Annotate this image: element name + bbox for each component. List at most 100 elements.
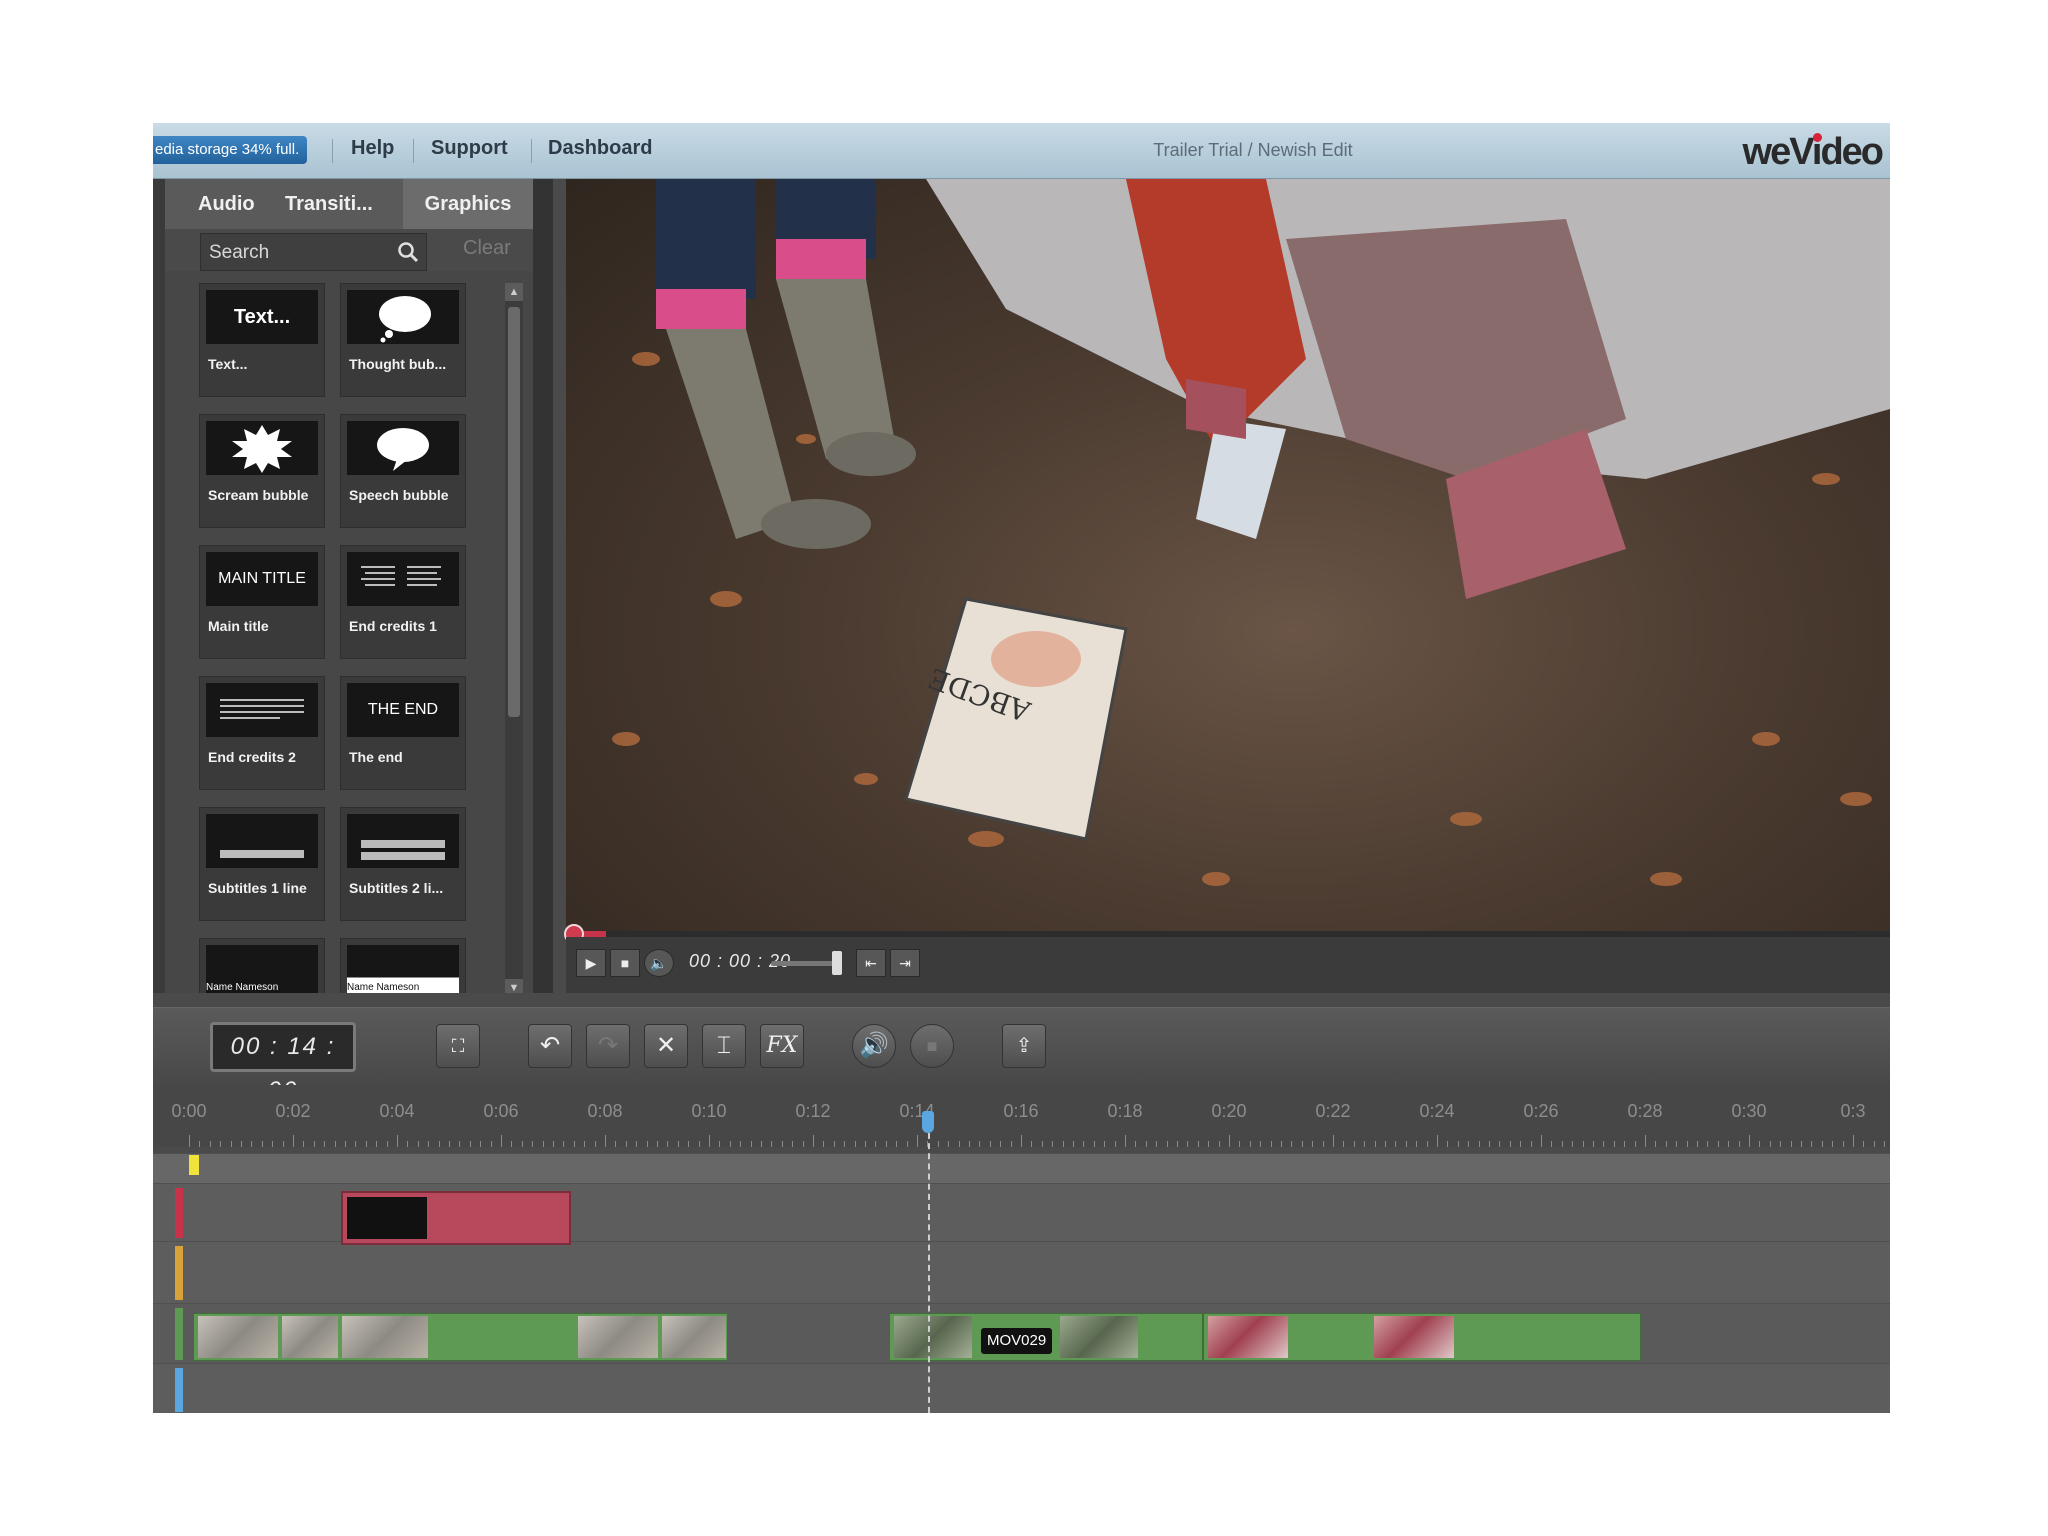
ruler-tick xyxy=(1551,1141,1553,1147)
thumb-preview: Text... xyxy=(206,290,318,344)
panel-divider[interactable] xyxy=(533,179,553,999)
ruler-tick xyxy=(1021,1135,1022,1147)
ruler-tick xyxy=(1603,1141,1605,1147)
tab-transitions[interactable]: Transiti... xyxy=(285,179,373,229)
thumb-preview xyxy=(347,290,459,344)
ruler-tick xyxy=(989,1141,991,1147)
ruler-tick xyxy=(948,1141,950,1147)
graphic-subtitles-1-line[interactable]: Subtitles 1 line xyxy=(199,807,325,921)
fx-icon[interactable]: FX xyxy=(760,1024,804,1068)
clear-button[interactable]: Clear xyxy=(463,237,511,260)
support-link[interactable]: Support xyxy=(431,137,508,160)
separator xyxy=(531,139,532,163)
text-clip-thumbnail xyxy=(347,1197,427,1239)
ruler-tick xyxy=(1208,1141,1210,1147)
ruler-tick xyxy=(1738,1141,1740,1147)
help-link[interactable]: Help xyxy=(351,137,394,160)
scrollbar-thumb[interactable] xyxy=(508,307,520,717)
search-icon[interactable] xyxy=(396,240,420,264)
ruler-tick xyxy=(1717,1141,1719,1147)
ruler-label: 0:22 xyxy=(1315,1101,1351,1121)
graphic-main-title[interactable]: MAIN TITLE Main title xyxy=(199,545,325,659)
extra-track[interactable] xyxy=(153,1363,1890,1413)
panel-scrollbar[interactable]: ▲ ▼ xyxy=(505,283,523,997)
export-icon[interactable]: ⇪ xyxy=(1002,1024,1046,1068)
thumb-preview: MAIN TITLE xyxy=(206,552,318,606)
ruler-label: 0:20 xyxy=(1211,1101,1247,1121)
graphic-the-end[interactable]: THE END The end xyxy=(340,676,466,790)
ruler-tick xyxy=(781,1141,783,1147)
player-controls: ▶ ■ 🔈 00 : 00 : 20 ⇤ ⇥ xyxy=(566,937,1890,993)
marker-track[interactable] xyxy=(153,1153,1890,1184)
split-icon[interactable]: ⌶ xyxy=(702,1024,746,1068)
ruler-tick xyxy=(584,1141,586,1147)
ruler-tick xyxy=(979,1141,981,1147)
play-icon[interactable]: ▶ xyxy=(576,949,606,977)
video-clip[interactable] xyxy=(193,1313,728,1361)
ruler-tick xyxy=(1197,1141,1199,1147)
graphic-subtitles-2-lines[interactable]: Subtitles 2 li... xyxy=(340,807,466,921)
storage-indicator[interactable]: edia storage 34% full. xyxy=(153,136,308,164)
wevideo-logo: weVideo xyxy=(1743,131,1884,174)
graphic-text[interactable]: Text... Text... xyxy=(199,283,325,397)
timeline-ruler[interactable]: 0:00 0:02 0:04 0:06 0:08 0:10 0:12 0:14 0:16 0:18… xyxy=(153,1085,1890,1147)
video-clip[interactable] xyxy=(1203,1313,1641,1361)
ruler-tick xyxy=(459,1141,461,1147)
delete-icon[interactable]: ✕ xyxy=(644,1024,688,1068)
ruler-tick xyxy=(365,1141,367,1147)
search-input[interactable] xyxy=(201,234,391,272)
ruler-tick xyxy=(1385,1141,1386,1147)
credits-preview-icon xyxy=(220,699,304,719)
ruler-tick xyxy=(750,1141,752,1147)
thumb-label: End credits 1 xyxy=(349,618,437,634)
graphic-scream-bubble[interactable]: Scream bubble xyxy=(199,414,325,528)
volume-slider[interactable] xyxy=(771,961,841,966)
graphic-lower-third-2[interactable]: Name Nameson xyxy=(340,938,466,1000)
playhead-handle[interactable] xyxy=(922,1111,934,1133)
resize-grip[interactable] xyxy=(153,993,1890,1007)
start-marker[interactable] xyxy=(189,1155,199,1175)
ruler-tick xyxy=(189,1135,190,1147)
camera-icon[interactable]: ■ xyxy=(910,1024,954,1068)
top-bar: edia storage 34% full. Help Support Dash… xyxy=(153,123,1890,179)
graphic-thought-bubble[interactable]: Thought bub... xyxy=(340,283,466,397)
scroll-up-arrow-icon[interactable]: ▲ xyxy=(505,283,523,301)
ruler-label: 0:02 xyxy=(275,1101,311,1121)
clip-thumbnail xyxy=(282,1316,338,1358)
redo-icon[interactable]: ↷ xyxy=(586,1024,630,1068)
graphic-end-credits-2[interactable]: End credits 2 xyxy=(199,676,325,790)
dashboard-link[interactable]: Dashboard xyxy=(548,137,652,160)
ruler-tick xyxy=(1801,1141,1802,1147)
volume-slider-knob[interactable] xyxy=(832,951,842,975)
volume-icon[interactable]: 🔈 xyxy=(644,949,674,977)
ruler-tick xyxy=(386,1141,388,1147)
ruler-tick xyxy=(1333,1135,1334,1147)
stop-icon[interactable]: ■ xyxy=(610,949,640,977)
audio-icon[interactable]: 🔊 xyxy=(852,1024,896,1068)
undo-icon[interactable]: ↶ xyxy=(528,1024,572,1068)
ruler-tick xyxy=(1769,1141,1771,1147)
ruler-label: 0:06 xyxy=(483,1101,519,1121)
ruler-tick xyxy=(1655,1141,1657,1147)
thumb-label: Text... xyxy=(208,356,248,372)
subtitle-preview-icon xyxy=(361,840,445,860)
audio-track[interactable] xyxy=(153,1241,1890,1304)
exit-icon[interactable]: ⇥ xyxy=(890,949,920,977)
tab-audio[interactable]: Audio xyxy=(198,179,255,229)
ruler-tick xyxy=(1873,1141,1875,1147)
ruler-label: 0:18 xyxy=(1107,1101,1143,1121)
thumb-preview xyxy=(206,814,318,868)
ruler-label: 0:04 xyxy=(379,1101,415,1121)
ruler-tick xyxy=(1582,1141,1584,1147)
graphic-end-credits-1[interactable]: End credits 1 xyxy=(340,545,466,659)
ruler-tick xyxy=(1187,1141,1189,1147)
ruler-tick xyxy=(1884,1141,1886,1147)
scream-bubble-icon xyxy=(232,425,292,473)
graphic-lower-third-1[interactable]: Name Nameson xyxy=(199,938,325,1000)
text-clip[interactable] xyxy=(341,1191,571,1245)
tab-graphics[interactable]: Graphics xyxy=(403,179,533,229)
thumb-preview xyxy=(206,421,318,475)
fullscreen-icon[interactable]: ⛶ xyxy=(436,1024,480,1068)
enter-fullscreen-icon[interactable]: ⇤ xyxy=(856,949,886,977)
graphic-speech-bubble[interactable]: Speech bubble xyxy=(340,414,466,528)
